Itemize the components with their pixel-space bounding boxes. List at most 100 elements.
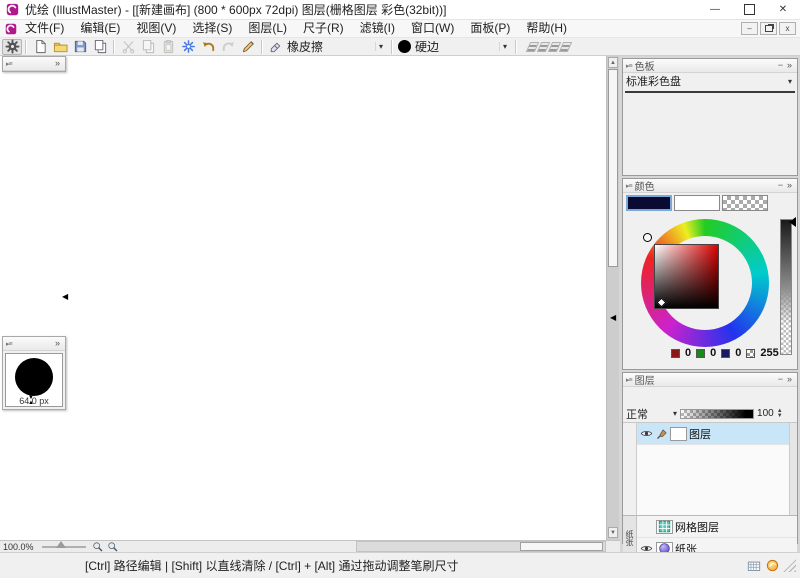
swatches-header: ▸≡ 色板 − » [623,59,797,73]
eraser-dropdown-icon[interactable]: ▾ [375,42,386,51]
paint-indicator-icon [656,428,668,440]
new-canvas-button[interactable] [30,39,50,55]
menu-item-8[interactable]: 面板(P) [462,20,518,37]
panel-collapse-grip[interactable]: ▼▲ [26,396,36,406]
transparent-color-swatch[interactable] [722,195,768,211]
copy-icon [93,39,108,54]
layer-visibility-toggle[interactable] [639,427,654,440]
maximize-button[interactable] [732,0,766,19]
value-slider-marker[interactable] [789,217,796,227]
blend-mode-row: 正常 ▾ 100 ▲▼ [623,405,797,422]
hue-marker[interactable] [643,233,652,242]
palette-preset-select[interactable]: 标准彩色盘 [626,73,786,89]
vscroll-down-button[interactable]: ▼ [608,527,618,538]
settings-button[interactable] [2,39,22,55]
panel-pin-icon[interactable]: ▸≡ [626,62,632,70]
zoom-in-icon[interactable] [107,541,118,552]
vscroll-up-button[interactable]: ▲ [608,57,618,68]
canvas[interactable] [0,56,606,540]
page-icon [33,39,48,54]
grid-toggle-icon[interactable] [746,559,762,573]
blend-dropdown-icon[interactable]: ▾ [673,409,677,418]
preset-dropdown-icon[interactable]: ▾ [788,77,792,86]
redo-button [218,39,238,55]
layer-side-tabs [623,423,636,515]
zoom-out-icon[interactable] [92,541,103,552]
color-title: 颜色 [635,178,655,193]
copy-icon [141,39,156,54]
brush-shape-combo[interactable]: 硬边 ▾ [396,39,512,55]
notification-icon[interactable] [765,558,780,573]
canvas-hscrollbar[interactable] [356,541,606,552]
panel-expand-icon[interactable]: » [785,180,794,191]
zoom-level: 100.0% [3,542,34,552]
undo-button[interactable] [198,39,218,55]
panel-expand-icon[interactable]: » [53,58,62,69]
mdi-minimize-button[interactable]: ‒ [741,22,758,35]
close-button[interactable]: ✕ [766,0,800,19]
menu-item-1[interactable]: 编辑(E) [72,20,128,37]
secondary-color-swatch[interactable] [674,195,720,211]
panel-expand-icon[interactable]: » [53,338,62,349]
mdi-close-button[interactable]: x [779,22,796,35]
brush-size-header: ▸≡ » [3,337,65,351]
primary-color-swatch[interactable] [626,195,672,211]
zoom-slider-thumb[interactable] [56,541,66,548]
panel-pin-icon[interactable]: ▸≡ [6,340,12,348]
pencil-icon [241,39,256,54]
grid-layer-thumbnail [656,520,673,534]
toolbar-separator [113,40,115,54]
panel-minimize-icon[interactable]: − [776,60,785,71]
minimize-button[interactable]: — [698,0,732,19]
panel-pin-icon[interactable]: ▸≡ [626,376,632,384]
tool-panel-collapse-icon[interactable]: ◀ [62,293,68,301]
menu-items: 文件(F)编辑(E)视图(V)选择(S)图层(L)尺子(R)滤镜(I)窗口(W)… [17,20,575,37]
canvas-vscrollbar[interactable]: ▲ ▼ [606,56,619,540]
panel-pin-icon[interactable]: ▸≡ [626,182,632,190]
menu-item-4[interactable]: 图层(L) [240,20,295,37]
open-file-button[interactable] [50,39,70,55]
deselect-button[interactable] [178,39,198,55]
stroke-edit-button[interactable] [238,39,258,55]
tool-panel-header: ▸≡ » [3,57,65,71]
value-slider[interactable] [780,219,792,355]
mdi-controls: ‒ x [741,22,800,35]
panel-pin-icon[interactable]: ▸≡ [6,60,12,68]
menu-item-0[interactable]: 文件(F) [17,20,72,37]
brush-shape-icon [398,40,411,53]
layer-list-scrollbar[interactable] [789,423,797,515]
mdi-restore-button[interactable] [760,22,777,35]
zoom-slider[interactable] [42,546,86,548]
menu-item-9[interactable]: 帮助(H) [518,20,575,37]
right-panel-collapse-icon[interactable]: ◀ [610,314,616,322]
blend-mode-select[interactable]: 正常 [626,406,670,422]
hscroll-thumb[interactable] [520,542,603,551]
layer-body: 图层 [623,422,797,515]
layers-title: 图层 [635,372,655,387]
green-indicator [696,349,705,358]
panel-minimize-icon[interactable]: − [776,180,785,191]
resize-grip[interactable] [783,559,796,572]
opacity-spinner[interactable]: ▲▼ [777,409,783,419]
toolbar-separator [25,40,27,54]
grid-layer-row[interactable]: 网格图层 [637,516,797,538]
menu-item-5[interactable]: 尺子(R) [295,20,352,37]
status-right-icons [746,558,800,573]
menu-item-3[interactable]: 选择(S) [184,20,240,37]
swatches-panel: ▸≡ 色板 − » 标准彩色盘 ▾ [622,58,798,176]
save-file-button[interactable] [70,39,90,55]
eye-icon [640,427,653,440]
opacity-slider[interactable] [680,409,754,419]
menu-item-6[interactable]: 滤镜(I) [352,20,403,37]
eraser-preset-combo[interactable]: 橡皮擦 ▾ [266,39,388,55]
panel-expand-icon[interactable]: » [785,60,794,71]
save-as-button[interactable] [90,39,110,55]
vscroll-thumb[interactable] [608,69,618,267]
copy-button [138,39,158,55]
layer-row[interactable]: 图层 [637,423,789,445]
panel-expand-icon[interactable]: » [785,374,794,385]
brush-dropdown-icon[interactable]: ▾ [499,42,510,51]
menu-item-2[interactable]: 视图(V) [128,20,184,37]
menu-item-7[interactable]: 窗口(W) [403,20,462,37]
panel-minimize-icon[interactable]: − [776,374,785,385]
